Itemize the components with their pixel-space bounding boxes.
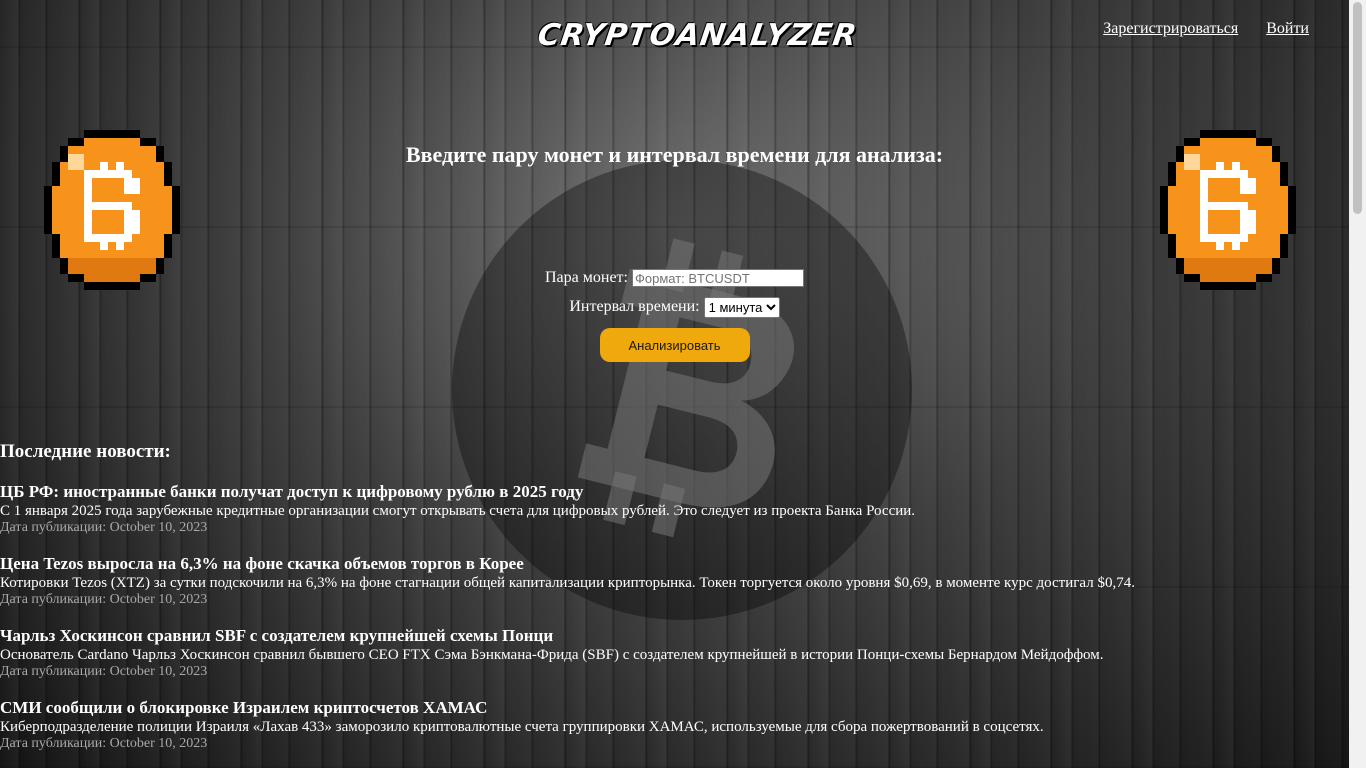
news-item: Цена Tezos выросла на 6,3% на фоне скачк… bbox=[0, 554, 1349, 608]
news-item-date: Дата публикации: October 10, 2023 bbox=[0, 736, 208, 751]
news-item-title: Цена Tezos выросла на 6,3% на фоне скачк… bbox=[0, 554, 524, 573]
news-item-text: Основатель Cardano Чарльз Хоскинсон срав… bbox=[0, 647, 1104, 663]
vertical-scrollbar[interactable] bbox=[1349, 0, 1366, 768]
news-item-title: СМИ сообщили о блокировке Израилем крипт… bbox=[0, 698, 488, 717]
news-item: ЦБ РФ: иностранные банки получат доступ … bbox=[0, 482, 1349, 536]
register-link[interactable]: Зарегистрироваться bbox=[1103, 20, 1238, 37]
scrollbar-thumb[interactable] bbox=[1353, 2, 1362, 214]
form-heading: Введите пару монет и интервал времени дл… bbox=[405, 142, 944, 167]
auth-links: Зарегистрироваться Войти bbox=[1079, 20, 1309, 38]
analyze-button[interactable]: Анализировать bbox=[599, 328, 750, 362]
news-item-date: Дата публикации: October 10, 2023 bbox=[0, 592, 208, 607]
news-item-text: С 1 января 2025 года зарубежные кредитны… bbox=[0, 503, 916, 519]
news-item: СМИ сообщили о блокировке Израилем крипт… bbox=[0, 698, 1349, 752]
interval-label: Интервал времени: bbox=[569, 298, 700, 315]
pair-label: Пара монет: bbox=[545, 269, 628, 286]
news-heading: Последние новости: bbox=[0, 441, 171, 462]
interval-row: Интервал времени: 1 минута bbox=[0, 295, 1349, 322]
site-logo: CRYPTOANALYZER bbox=[535, 18, 860, 53]
news-item-date: Дата публикации: October 10, 2023 bbox=[0, 520, 208, 535]
news-item-date: Дата публикации: October 10, 2023 bbox=[0, 664, 208, 679]
news-item-title: Чарльз Хоскинсон сравнил SBF с создателе… bbox=[0, 626, 554, 645]
login-link[interactable]: Войти bbox=[1266, 20, 1309, 37]
news-item-title: ЦБ РФ: иностранные банки получат доступ … bbox=[0, 482, 584, 501]
news-section: Последние новости: ЦБ РФ: иностранные ба… bbox=[0, 440, 1349, 768]
pair-row: Пара монет: bbox=[0, 266, 1349, 293]
pair-input[interactable] bbox=[631, 269, 804, 288]
news-item: Чарльз Хоскинсон сравнил SBF с создателе… bbox=[0, 626, 1349, 680]
news-item-text: Киберподразделение полиции Израиля «Лаха… bbox=[0, 719, 1044, 735]
analysis-form: Пара монет: Интервал времени: 1 минута А… bbox=[0, 266, 1349, 362]
news-item-text: Котировки Tezos (XTZ) за сутки подскочил… bbox=[0, 575, 1135, 591]
interval-select[interactable]: 1 минута bbox=[703, 296, 780, 318]
